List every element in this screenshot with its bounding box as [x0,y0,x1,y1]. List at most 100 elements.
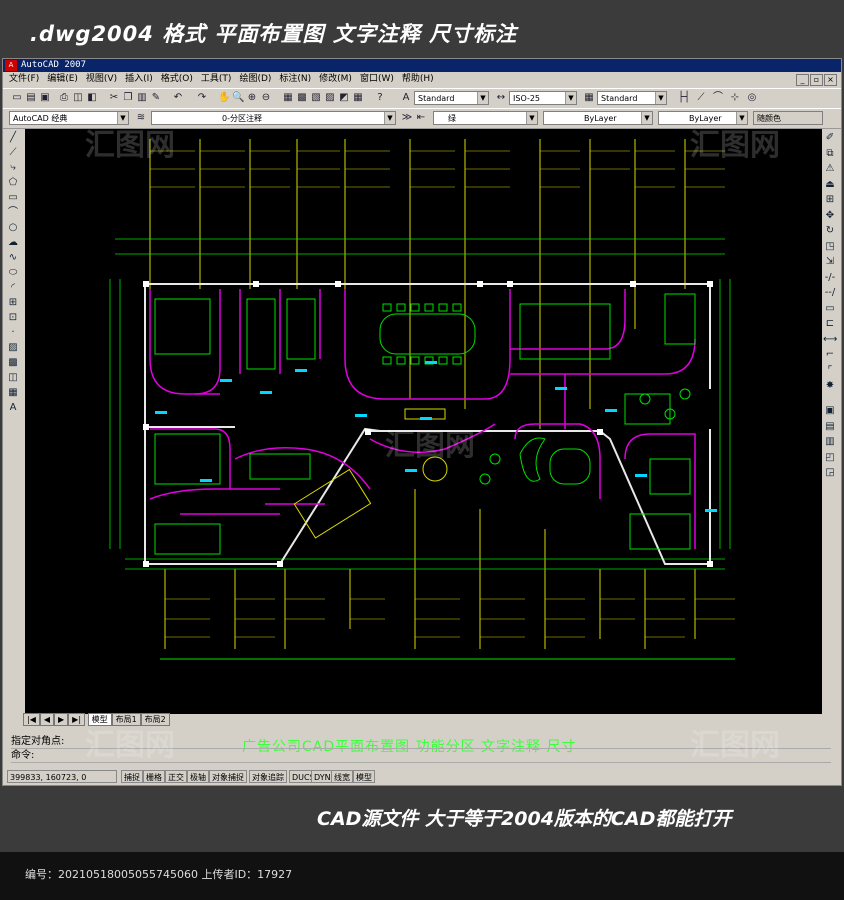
spline-icon[interactable]: ∿ [6,251,20,265]
menu-item[interactable]: 窗口(W) [360,74,394,84]
insert-block-icon[interactable]: ⊞ [6,296,20,310]
explode-icon[interactable]: ✸ [823,379,837,393]
draw-order-icon[interactable]: ▣ [823,404,837,418]
menu-item[interactable]: 文件(F) [9,74,39,84]
sheet-set-icon[interactable]: ▨ [324,92,336,104]
ortho-toggle[interactable]: 正交 [165,770,187,783]
dim-style-select[interactable]: ISO-25 ▼ [509,91,577,105]
layer-previous-icon[interactable]: ⇤ [415,112,427,124]
model-toggle[interactable]: 模型 [353,770,375,783]
polygon-icon[interactable]: ⬠ [6,176,20,190]
new-file-icon[interactable]: ▭ [11,92,23,104]
scale-icon[interactable]: ◳ [823,240,837,254]
extend-icon[interactable]: --/ [823,286,837,300]
bring-above-icon[interactable]: ◰ [823,451,837,465]
send-under-icon[interactable]: ◲ [823,466,837,480]
mirror-icon[interactable]: ⚠ [823,162,837,176]
array-icon[interactable]: ⊞ [823,193,837,207]
close-icon[interactable]: × [824,74,837,86]
preview-icon[interactable]: ◫ [72,92,84,104]
gradient-icon[interactable]: ▩ [6,356,20,370]
pan-icon[interactable]: ✋ [218,92,230,104]
rotate-icon[interactable]: ↻ [823,224,837,238]
construction-line-icon[interactable]: ⟋ [6,146,20,160]
chamfer-icon[interactable]: ⌐ [823,348,837,362]
rectangle-icon[interactable]: ▭ [6,191,20,205]
text-style-select[interactable]: Standard ▼ [414,91,489,105]
table-icon[interactable]: ▦ [6,386,20,400]
dimension-ordinate-icon[interactable]: ⊹ [729,92,741,104]
dimension-radius-icon[interactable]: ◎ [746,92,758,104]
revision-cloud-icon[interactable]: ☁ [6,236,20,250]
fillet-icon[interactable]: ⌜ [823,364,837,378]
nav-prev-icon[interactable]: ◀ [39,713,55,726]
menu-item[interactable]: 帮助(H) [402,74,434,84]
break-at-point-icon[interactable]: ▭ [823,302,837,316]
dimension-linear-icon[interactable]: ├┤ [678,92,690,104]
match-properties-icon[interactable]: ✎ [150,92,162,104]
menu-item[interactable]: 标注(N) [279,74,311,84]
paste-icon[interactable]: ▥ [136,92,148,104]
menu-item[interactable]: 视图(V) [86,74,117,84]
copy-object-icon[interactable]: ⧉ [823,147,837,161]
copy-icon[interactable]: ❐ [122,92,134,104]
nav-next-icon[interactable]: ▶ [54,713,69,726]
send-back-icon[interactable]: ▥ [823,435,837,449]
move-icon[interactable]: ✥ [823,209,837,223]
layer-select[interactable]: 0-分区注释 ▼ [151,111,396,125]
arc-icon[interactable]: ⌒ [6,206,20,220]
undo-icon[interactable]: ↶ [172,92,184,104]
break-icon[interactable]: ⊏ [823,317,837,331]
join-icon[interactable]: ⟷ [823,333,837,347]
zoom-window-icon[interactable]: ⊕ [246,92,258,104]
otrack-toggle[interactable]: 对象追踪 [249,770,287,783]
redo-icon[interactable]: ↷ [196,92,208,104]
make-block-icon[interactable]: ⊡ [6,311,20,325]
ellipse-icon[interactable]: ⬭ [6,266,20,280]
nav-first-icon[interactable]: |◀ [23,713,40,726]
markup-icon[interactable]: ◩ [338,92,350,104]
restore-icon[interactable]: ▫ [810,74,823,86]
menu-item[interactable]: 修改(M) [319,74,352,84]
tool-palettes-icon[interactable]: ▧ [310,92,322,104]
menu-item[interactable]: 插入(I) [125,74,153,84]
make-current-layer-icon[interactable]: ≫ [401,112,413,124]
polar-toggle[interactable]: 极轴 [187,770,209,783]
save-icon[interactable]: ▣ [39,92,51,104]
dimension-arc-icon[interactable]: ⌒ [712,92,724,104]
stretch-icon[interactable]: ⇲ [823,255,837,269]
zoom-previous-icon[interactable]: ⊖ [260,92,272,104]
color-select[interactable]: 绿 ▼ [433,111,538,125]
region-icon[interactable]: ◫ [6,371,20,385]
open-file-icon[interactable]: ▤ [25,92,37,104]
properties-icon[interactable]: ▦ [282,92,294,104]
linetype-select[interactable]: ByLayer ▼ [543,111,653,125]
polyline-icon[interactable]: ⤷ [6,161,20,175]
dimension-aligned-icon[interactable]: ⟋ [695,92,707,104]
offset-icon[interactable]: ⏏ [823,178,837,192]
bring-front-icon[interactable]: ▤ [823,420,837,434]
menu-item[interactable]: 绘图(D) [239,74,271,84]
line-icon[interactable]: ╱ [6,131,20,145]
cut-icon[interactable]: ✂ [108,92,120,104]
grid-toggle[interactable]: 栅格 [143,770,165,783]
menu-item[interactable]: 工具(T) [201,74,232,84]
minimize-icon[interactable]: _ [796,74,809,86]
help-icon[interactable]: ? [374,92,386,104]
trim-icon[interactable]: -/- [823,271,837,285]
publish-icon[interactable]: ◧ [86,92,98,104]
ellipse-arc-icon[interactable]: ◜ [6,281,20,295]
circle-icon[interactable]: ○ [6,221,20,235]
nav-last-icon[interactable]: ▶| [68,713,86,726]
point-icon[interactable]: · [6,326,20,340]
calculator-icon[interactable]: ▦ [352,92,364,104]
table-style-select[interactable]: Standard ▼ [597,91,667,105]
lineweight-toggle[interactable]: 线宽 [331,770,353,783]
menu-item[interactable]: 编辑(E) [47,74,78,84]
erase-icon[interactable]: ✐ [823,131,837,145]
snap-toggle[interactable]: 捕捉 [121,770,143,783]
design-center-icon[interactable]: ▩ [296,92,308,104]
zoom-realtime-icon[interactable]: 🔍 [232,92,244,104]
osnap-toggle[interactable]: 对象捕捉 [209,770,247,783]
hatch-icon[interactable]: ▨ [6,341,20,355]
